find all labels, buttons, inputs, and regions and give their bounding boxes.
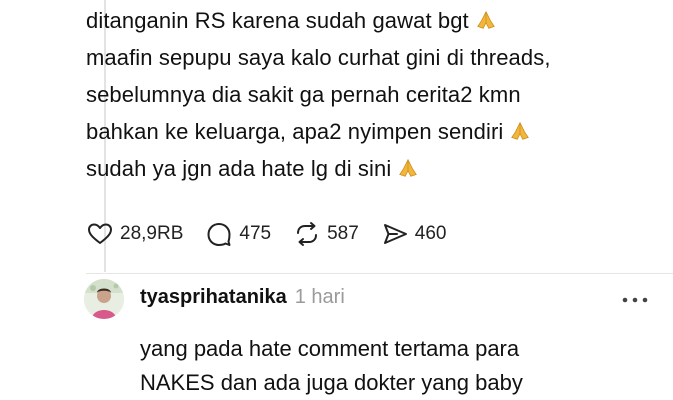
post-action-bar: 28,9RB 475 587 460 bbox=[86, 217, 468, 251]
comment-count: 475 bbox=[239, 223, 272, 244]
repost-icon bbox=[297, 222, 318, 246]
like-button[interactable]: 28,9RB bbox=[86, 220, 183, 248]
repost-count: 587 bbox=[327, 223, 359, 244]
reply-timestamp: 1 hari bbox=[294, 286, 345, 308]
post-line-3: sebelumnya dia sakit ga pernah cerita2 k… bbox=[86, 82, 521, 107]
post-line-4: bahkan ke keluarga, apa2 nyimpen sendiri bbox=[86, 113, 666, 150]
folded-hands-emoji-icon bbox=[399, 158, 418, 177]
share-count: 460 bbox=[414, 223, 447, 244]
post-line-5: sudah ya jgn ada hate lg di sini bbox=[86, 150, 666, 187]
avatar-photo-icon bbox=[84, 279, 124, 319]
post-line-2: maafin sepupu saya kalo curhat gini di t… bbox=[86, 45, 551, 70]
folded-hands-emoji-icon bbox=[476, 10, 495, 29]
comment-bubble-icon bbox=[207, 223, 231, 246]
avatar[interactable] bbox=[84, 279, 124, 319]
reply-header: tyasprihatanika 1 hari bbox=[140, 286, 345, 309]
heart-icon bbox=[88, 223, 112, 244]
reply-line-1: yang pada hate comment tertama para bbox=[140, 336, 520, 361]
reply-line-2: NAKES dan ada juga dokter yang baby bbox=[140, 370, 523, 395]
send-icon bbox=[383, 224, 407, 244]
repost-button[interactable]: 587 bbox=[293, 220, 359, 248]
comment-button[interactable]: 475 bbox=[205, 220, 271, 248]
reply-divider bbox=[86, 273, 673, 274]
share-button[interactable]: 460 bbox=[381, 220, 447, 248]
like-count: 28,9RB bbox=[120, 223, 184, 244]
reply-username[interactable]: tyasprihatanika bbox=[140, 286, 287, 308]
more-options-icon[interactable] bbox=[620, 294, 650, 306]
folded-hands-emoji-icon bbox=[511, 121, 530, 140]
reply-body: yang pada hate comment tertama para NAKE… bbox=[140, 332, 660, 400]
post-body: ditanganin RS karena sudah gawat bgt maa… bbox=[86, 2, 666, 187]
post-line-1: ditanganin RS karena sudah gawat bgt bbox=[86, 2, 666, 39]
